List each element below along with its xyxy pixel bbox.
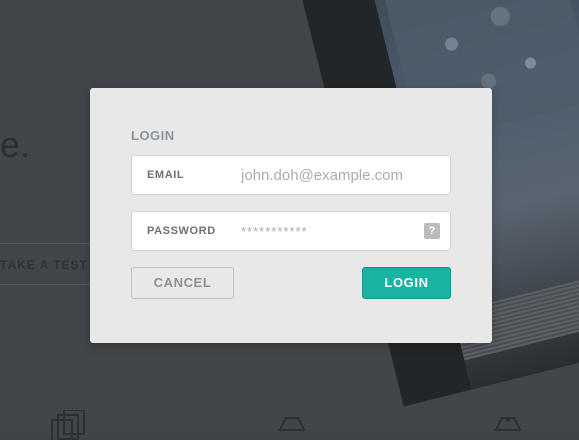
help-icon[interactable]: ? <box>424 223 440 239</box>
email-field[interactable]: EMAIL <box>131 155 451 195</box>
background-headline: e. <box>0 124 31 165</box>
take-test-button: TAKE A TEST <box>0 243 100 285</box>
documents-icon <box>48 410 92 440</box>
login-modal: LOGIN EMAIL PASSWORD ? CANCEL LOGIN <box>90 88 492 343</box>
password-field[interactable]: PASSWORD ? <box>131 211 451 251</box>
password-input[interactable] <box>241 212 416 250</box>
email-label: EMAIL <box>147 169 185 181</box>
cancel-button[interactable]: CANCEL <box>131 267 234 299</box>
login-button[interactable]: LOGIN <box>362 267 451 299</box>
email-input[interactable] <box>241 156 437 194</box>
hexagon-icon <box>490 410 534 440</box>
modal-title: LOGIN <box>131 128 175 143</box>
password-label: PASSWORD <box>147 225 216 237</box>
hexagon-icon <box>270 410 314 440</box>
